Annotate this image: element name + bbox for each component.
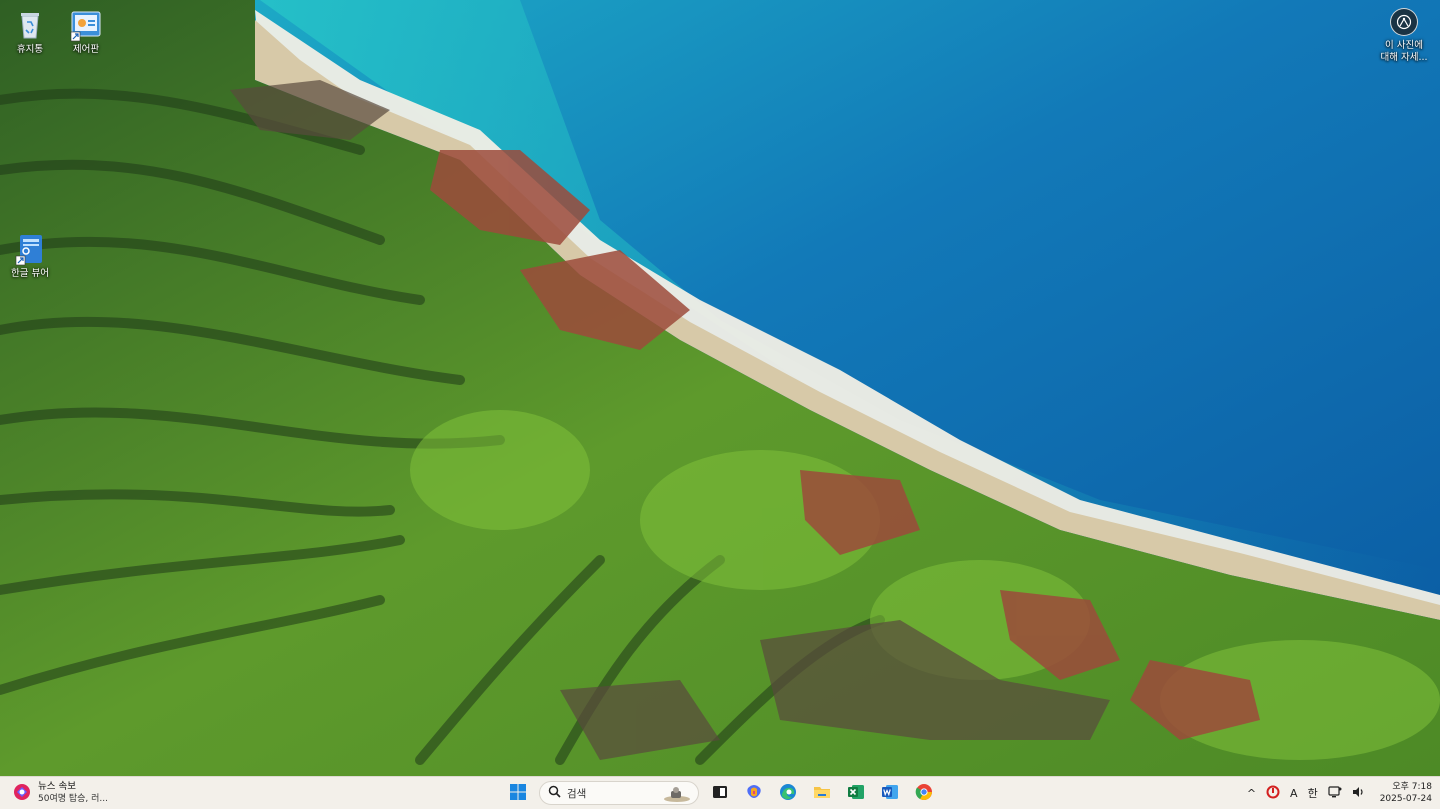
desktop-icon-recycle-bin[interactable]: 휴지통 (0, 8, 60, 56)
search-icon (548, 785, 561, 801)
ime-indicator[interactable]: 한 (1308, 785, 1318, 801)
hangul-viewer-icon (13, 232, 47, 266)
news-icon (12, 782, 32, 805)
clock-time: 오후 7:18 (1392, 782, 1432, 792)
task-view-button[interactable] (707, 780, 733, 806)
excel-button[interactable] (843, 780, 869, 806)
desktop-icon-label: 제어판 (72, 44, 100, 55)
desktop-icon-label: 휴지통 (16, 44, 44, 55)
word-icon (881, 783, 899, 804)
desktop-icon-control-panel[interactable]: 제어판 (56, 8, 116, 56)
search-placeholder: 검색 (567, 787, 587, 800)
taskbar-clock[interactable]: 오후 7:18 2025-07-24 (1380, 781, 1432, 805)
recycle-bin-icon (13, 8, 47, 42)
news-widget[interactable]: 뉴스 속보 50여명 탑승, 러... (12, 780, 108, 806)
taskbar-search[interactable]: 검색 (539, 781, 699, 805)
desktop-icon-hangul-viewer[interactable]: 한글 뷰어 (0, 232, 60, 280)
news-subtitle: 50여명 탑승, 러... (38, 794, 109, 804)
spotlight-photo-info[interactable]: 이 사진에 대해 자세... (1372, 8, 1436, 64)
desktop-icon-label: 한글 뷰어 (11, 268, 49, 279)
system-tray: ^ A 한 오후 7:18 2025-07-24 (1247, 780, 1432, 806)
tray-overflow-chevron[interactable]: ^ (1247, 787, 1256, 800)
news-title: 뉴스 속보 (38, 781, 76, 792)
task-view-icon (712, 784, 728, 803)
taskbar-center: 검색 (505, 780, 937, 806)
edge-icon (779, 783, 797, 804)
control-panel-icon (69, 8, 103, 42)
antivirus-icon[interactable] (1266, 785, 1280, 802)
folder-icon (813, 783, 831, 804)
file-explorer-button[interactable] (809, 780, 835, 806)
font-indicator[interactable]: A (1290, 787, 1298, 800)
desktop-wallpaper (0, 0, 1440, 776)
clock-date: 2025-07-24 (1379, 794, 1432, 804)
network-icon[interactable] (1328, 785, 1342, 802)
camera-icon (1390, 8, 1418, 36)
search-highlight-icon (662, 785, 692, 806)
windows-start-icon (509, 783, 527, 804)
chrome-button[interactable] (911, 780, 937, 806)
photo-info-label-line2: 대해 자세... (1380, 52, 1428, 63)
copilot-button[interactable] (741, 780, 767, 806)
excel-icon (847, 783, 865, 804)
photo-info-label-line1: 이 사진에 (1385, 40, 1423, 51)
taskbar: 뉴스 속보 50여명 탑승, 러... 검색 ^ A 한 오후 7:18 202… (0, 776, 1440, 809)
edge-button[interactable] (775, 780, 801, 806)
start-button[interactable] (505, 780, 531, 806)
word-button[interactable] (877, 780, 903, 806)
copilot-icon (745, 783, 763, 804)
volume-icon[interactable] (1352, 785, 1366, 802)
chrome-icon (915, 783, 933, 804)
